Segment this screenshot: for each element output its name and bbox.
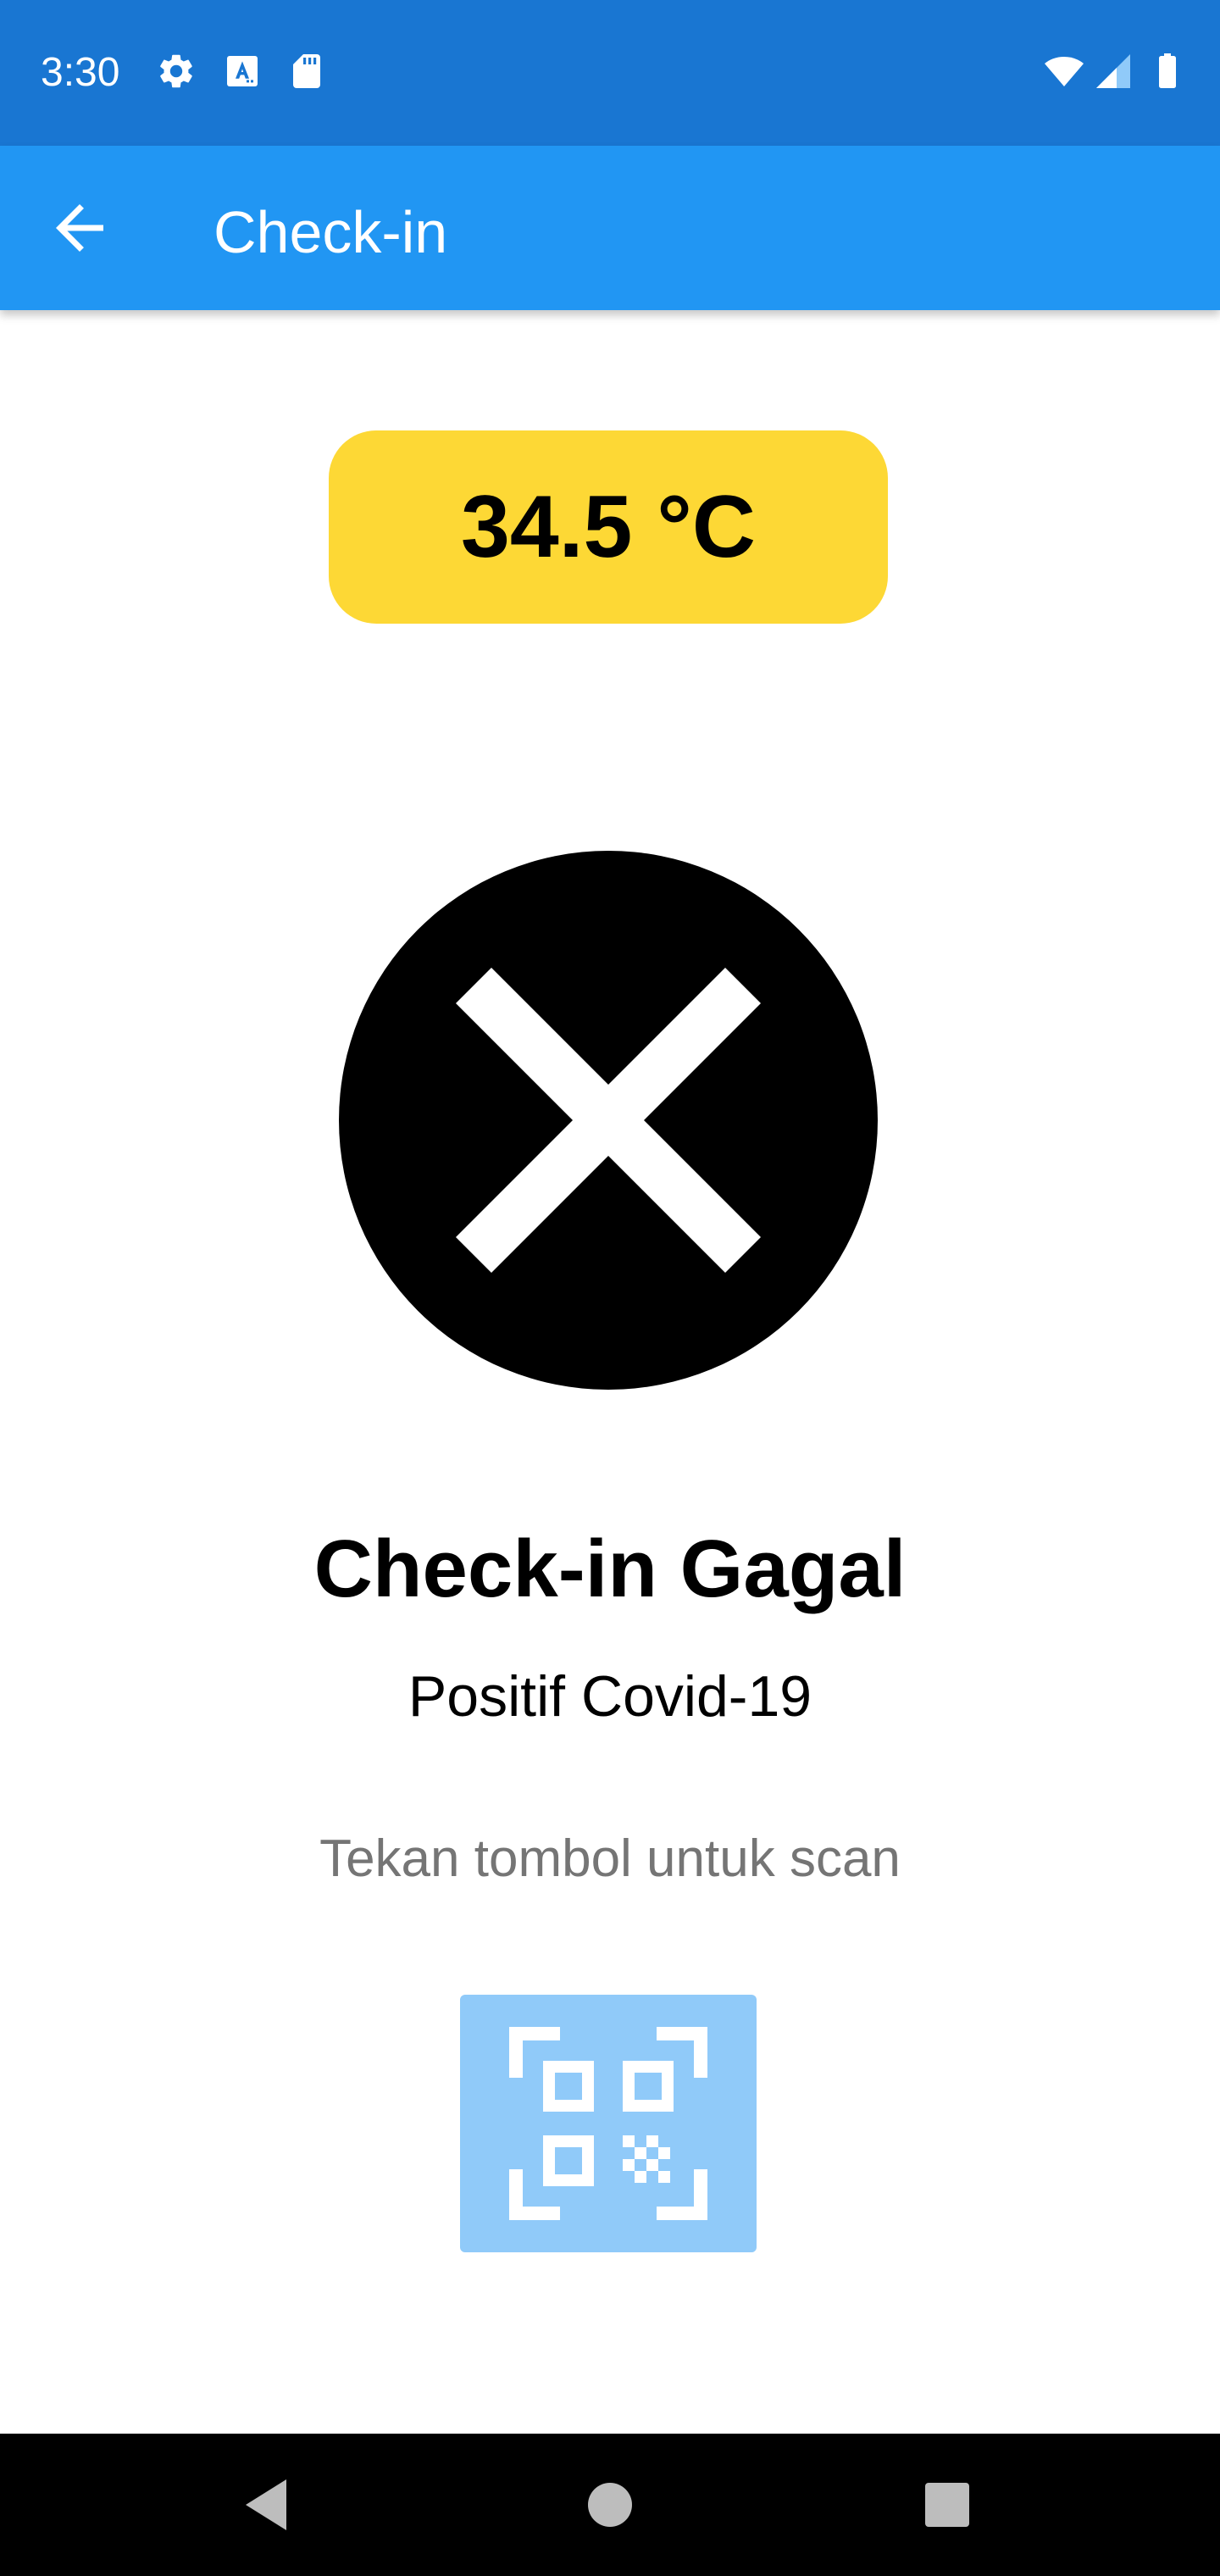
scan-hint: Tekan tombol untuk scan [319, 1829, 901, 1888]
result-subtitle: Positif Covid-19 [408, 1664, 812, 1729]
recents-square-icon [925, 2483, 969, 2527]
back-triangle-icon [246, 2479, 286, 2530]
page-title: Check-in [214, 199, 448, 265]
temperature-value: 34.5 °C [460, 478, 756, 576]
nav-back-button[interactable] [230, 2464, 312, 2545]
battery-icon [1147, 51, 1188, 92]
nav-home-button[interactable] [569, 2464, 651, 2545]
nav-recents-button[interactable] [907, 2464, 988, 2545]
scan-button[interactable] [460, 1995, 757, 2252]
app-bar: Check-in [0, 146, 1220, 310]
temperature-badge: 34.5 °C [329, 430, 888, 624]
wifi-icon [1044, 51, 1084, 92]
sd-card-icon [286, 51, 327, 92]
cell-signal-icon [1093, 51, 1134, 92]
home-circle-icon [588, 2483, 632, 2527]
qr-code-scan-icon [509, 2027, 707, 2220]
gear-icon [156, 51, 197, 92]
cancel-icon [337, 849, 879, 1391]
text-a-icon [222, 51, 263, 92]
result-title: Check-in Gagal [313, 1524, 907, 1614]
navigation-bar [0, 2434, 1220, 2576]
arrow-back-icon [56, 204, 103, 252]
status-bar: 3:30 [0, 0, 1220, 146]
back-button[interactable] [44, 192, 115, 264]
status-time: 3:30 [41, 50, 120, 95]
